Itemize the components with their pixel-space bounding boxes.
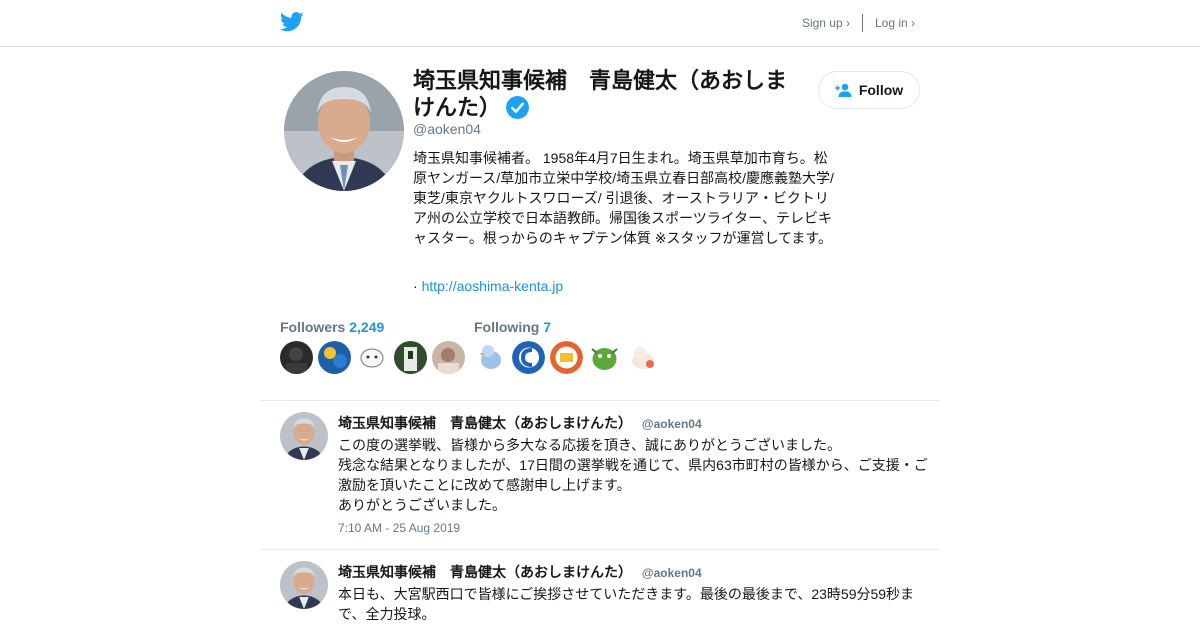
tweet-timestamp[interactable]: 7:10 AM - 25 Aug 2019 [338,521,460,535]
follow-button-label: Follow [858,82,904,98]
profile-name-text: 埼玉県知事候補 青島健太（あおしまけんた） [413,68,788,120]
tweet-line: 残念な結果となりましたが、17日間の選挙戦を通じて、県内63市町村の皆様から、ご… [338,457,928,493]
following-avatars [474,341,659,374]
auth-nav: Sign up › Log in › [802,14,915,32]
tweet[interactable]: 埼玉県知事候補 青島健太（あおしまけんた） @aoken04 本日も、大宮駅西口… [260,549,940,630]
login-link[interactable]: Log in › [875,16,915,30]
tweet-author-handle[interactable]: @aoken04 [642,566,702,580]
tweet-avatar[interactable] [280,412,328,460]
profile-photo [284,71,404,191]
tweet-text: この度の選挙戦、皆様から多大なる応援を頂き、誠にありがとうございました。 残念な… [338,435,932,515]
profile-name: 埼玉県知事候補 青島健太（あおしまけんた） [413,67,803,121]
following-avatar[interactable] [588,341,621,374]
follower-avatar[interactable] [356,341,389,374]
profile-url-link[interactable]: http://aoshima-kenta.jp [422,278,564,294]
nav-divider [861,14,863,32]
tweet-avatar[interactable] [280,561,328,609]
tweet[interactable]: 埼玉県知事候補 青島健太（あおしまけんた） @aoken04 この度の選挙戦、皆… [260,400,940,550]
tweet-author-name[interactable]: 埼玉県知事候補 青島健太（あおしまけんた） [338,564,632,580]
followers-stat[interactable]: Followers 2,249 [280,319,384,335]
profile-url-row: · http://aoshima-kenta.jp [413,278,563,294]
following-avatar[interactable] [512,341,545,374]
tweet-author-name[interactable]: 埼玉県知事候補 青島健太（あおしまけんた） [338,415,632,431]
profile-avatar[interactable] [284,71,404,191]
tweet-author-handle[interactable]: @aoken04 [642,417,702,431]
signup-link[interactable]: Sign up › [802,16,850,30]
followers-count: 2,249 [349,319,385,335]
tweet-avatar-photo [280,412,328,460]
add-user-icon [834,83,852,97]
tweet-line: 本日も、大宮駅西口で皆様にご挨拶させていただきます。最後の最後まで、23時59分… [338,586,915,622]
top-bar: Sign up › Log in › [0,0,1200,47]
follower-avatar[interactable] [432,341,465,374]
followers-avatars [280,341,465,374]
follower-avatar[interactable] [394,341,427,374]
url-prefix: · [413,278,418,294]
verified-badge-icon [506,96,529,119]
following-avatar[interactable] [626,341,659,374]
following-avatar[interactable] [474,341,507,374]
followers-label: Followers [280,319,346,335]
tweet-avatar-photo [280,561,328,609]
tweet-line: ありがとうございました。 [338,497,506,513]
following-avatar[interactable] [550,341,583,374]
profile-handle: @aoken04 [413,121,481,137]
follower-avatar[interactable] [318,341,351,374]
follow-button[interactable]: Follow [818,71,920,109]
follower-avatar[interactable] [280,341,313,374]
following-count: 7 [543,319,552,335]
tweet-header: 埼玉県知事候補 青島健太（あおしまけんた） @aoken04 [338,413,702,433]
following-stat[interactable]: Following 7 [474,319,551,335]
profile-bio: 埼玉県知事候補者。 1958年4月7日生まれ。埼玉県草加市育ち。松原ヤンガース/… [413,150,834,246]
tweet-header: 埼玉県知事候補 青島健太（あおしまけんた） @aoken04 [338,562,702,582]
twitter-bird-icon[interactable] [280,11,304,33]
following-label: Following [474,319,540,335]
tweet-text: 本日も、大宮駅西口で皆様にご挨拶させていただきます。最後の最後まで、23時59分… [338,584,932,624]
tweet-line: この度の選挙戦、皆様から多大なる応援を頂き、誠にありがとうございました。 [338,437,842,453]
